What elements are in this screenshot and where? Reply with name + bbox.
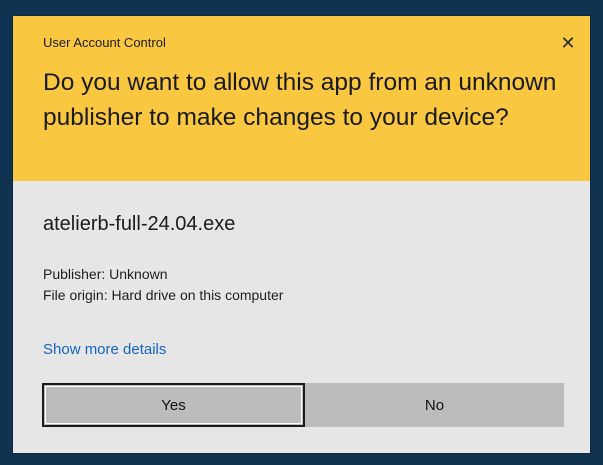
app-meta: Publisher: Unknown File origin: Hard dri… (43, 264, 283, 306)
file-origin-text: File origin: Hard drive on this computer (43, 287, 284, 303)
dialog-header: User Account Control ✕ Do you want to al… (13, 16, 590, 181)
close-icon: ✕ (560, 32, 576, 53)
app-name: atelierb-full-24.04.exe (43, 213, 236, 235)
dialog-question: Do you want to allow this app from an un… (43, 69, 557, 131)
dialog-title: User Account Control (43, 35, 166, 50)
yes-button[interactable]: Yes (42, 383, 305, 427)
uac-dialog: User Account Control ✕ Do you want to al… (13, 16, 590, 453)
dialog-frame: User Account Control ✕ Do you want to al… (0, 0, 603, 465)
close-button[interactable]: ✕ (554, 29, 582, 57)
no-button[interactable]: No (305, 383, 564, 427)
show-more-details-link[interactable]: Show more details (43, 341, 166, 358)
publisher-text: Publisher: Unknown (43, 266, 168, 282)
